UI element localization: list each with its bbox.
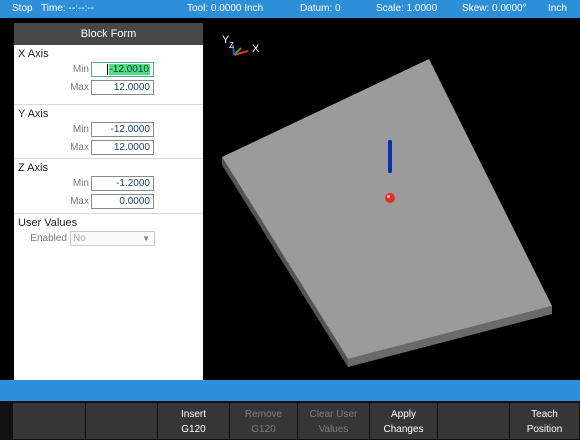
- status-units: Inch: [548, 3, 567, 14]
- status-tool: Tool: 0.0000 Inch: [187, 3, 264, 14]
- insert-g120-label-2: G120: [181, 424, 206, 435]
- remove-g120-button[interactable]: Remove G120: [230, 403, 298, 439]
- y-min-input[interactable]: -12.0000: [91, 122, 154, 137]
- user-values-group: User Values Enabled No ▼: [14, 214, 203, 252]
- apply-changes-label-1: Apply: [390, 409, 416, 420]
- block-preview-svg: Y Z X: [222, 34, 552, 367]
- status-time: Time: --:--:--: [41, 3, 94, 14]
- x-max-row: Max 12.0000: [14, 79, 203, 97]
- status-mode: Stop: [12, 3, 33, 14]
- message-strip: [0, 380, 580, 401]
- x-max-label: Max: [70, 82, 89, 93]
- block-form-panel: Block Form X Axis Min -12.0010 Max 12.00…: [14, 23, 203, 380]
- x-min-input[interactable]: -12.0010: [91, 62, 154, 77]
- insert-g120-button[interactable]: Insert G120: [158, 403, 230, 439]
- y-max-row: Max 12.0000: [14, 139, 203, 157]
- enabled-label: Enabled: [30, 233, 67, 244]
- tool-marker: [388, 140, 392, 173]
- insert-g120-label-1: Insert: [180, 409, 206, 420]
- x-min-label: Min: [72, 64, 89, 75]
- x-max-input[interactable]: 12.0000: [91, 80, 154, 95]
- softkey-2[interactable]: [86, 403, 158, 439]
- remove-g120-label-1: Remove: [244, 409, 283, 420]
- status-bar: Stop Time: --:--:-- Tool: 0.0000 Inch Da…: [0, 0, 580, 18]
- apply-changes-label-2: Changes: [383, 424, 424, 435]
- block-top-face: [222, 59, 552, 359]
- triad-z-label: Z: [229, 41, 234, 50]
- enabled-row: Enabled No ▼: [14, 230, 203, 248]
- datum-marker: [385, 193, 395, 203]
- status-datum: Datum: 0: [300, 3, 341, 14]
- status-scale: Scale: 1.0000: [376, 3, 438, 14]
- teach-position-label-1: Teach: [531, 409, 558, 420]
- softkey-7[interactable]: [438, 403, 510, 439]
- enabled-value: No: [73, 233, 86, 244]
- remove-g120-label-2: G120: [251, 424, 276, 435]
- x-axis-group: X Axis Min -12.0010 Max 12.0000: [14, 45, 203, 105]
- z-max-label: Max: [70, 196, 89, 207]
- z-axis-title: Z Axis: [18, 162, 48, 174]
- z-min-label: Min: [72, 178, 89, 189]
- x-axis-title: X Axis: [18, 48, 49, 60]
- clear-user-values-button[interactable]: Clear User Values: [298, 403, 370, 439]
- 3d-viewport[interactable]: Y Z X: [203, 23, 580, 380]
- y-min-label: Min: [72, 124, 89, 135]
- chevron-down-icon: ▼: [142, 234, 150, 243]
- datum-highlight: [387, 195, 390, 198]
- z-axis-group: Z Axis Min -1.2000 Max 0.0000: [14, 159, 203, 214]
- softkey-bar: Insert G120 Remove G120 Clear User Value…: [0, 401, 580, 440]
- clear-user-values-label-2: Values: [318, 424, 349, 435]
- y-min-row: Min -12.0000: [14, 121, 203, 139]
- y-max-label: Max: [70, 142, 89, 153]
- z-max-input[interactable]: 0.0000: [91, 194, 154, 209]
- panel-title: Block Form: [14, 23, 203, 45]
- enabled-select[interactable]: No ▼: [70, 231, 155, 246]
- clear-user-values-label-1: Clear User: [309, 409, 358, 420]
- y-axis-group: Y Axis Min -12.0000 Max 12.0000: [14, 105, 203, 159]
- triad-x-label: X: [252, 43, 260, 55]
- text-cursor: [106, 63, 108, 75]
- user-values-title: User Values: [18, 217, 78, 229]
- x-min-row: Min -12.0010: [14, 61, 203, 79]
- y-max-input[interactable]: 12.0000: [91, 140, 154, 155]
- z-min-input[interactable]: -1.2000: [91, 176, 154, 191]
- status-skew: Skew: 0.0000°: [462, 3, 527, 14]
- x-min-value: -12.0010: [108, 64, 150, 75]
- teach-position-label-2: Position: [526, 424, 563, 435]
- y-axis-title: Y Axis: [18, 108, 49, 120]
- z-max-row: Max 0.0000: [14, 193, 203, 211]
- z-min-row: Min -1.2000: [14, 175, 203, 193]
- softkey-1[interactable]: [13, 403, 86, 439]
- teach-position-button[interactable]: Teach Position: [510, 403, 580, 439]
- apply-changes-button[interactable]: Apply Changes: [370, 403, 438, 439]
